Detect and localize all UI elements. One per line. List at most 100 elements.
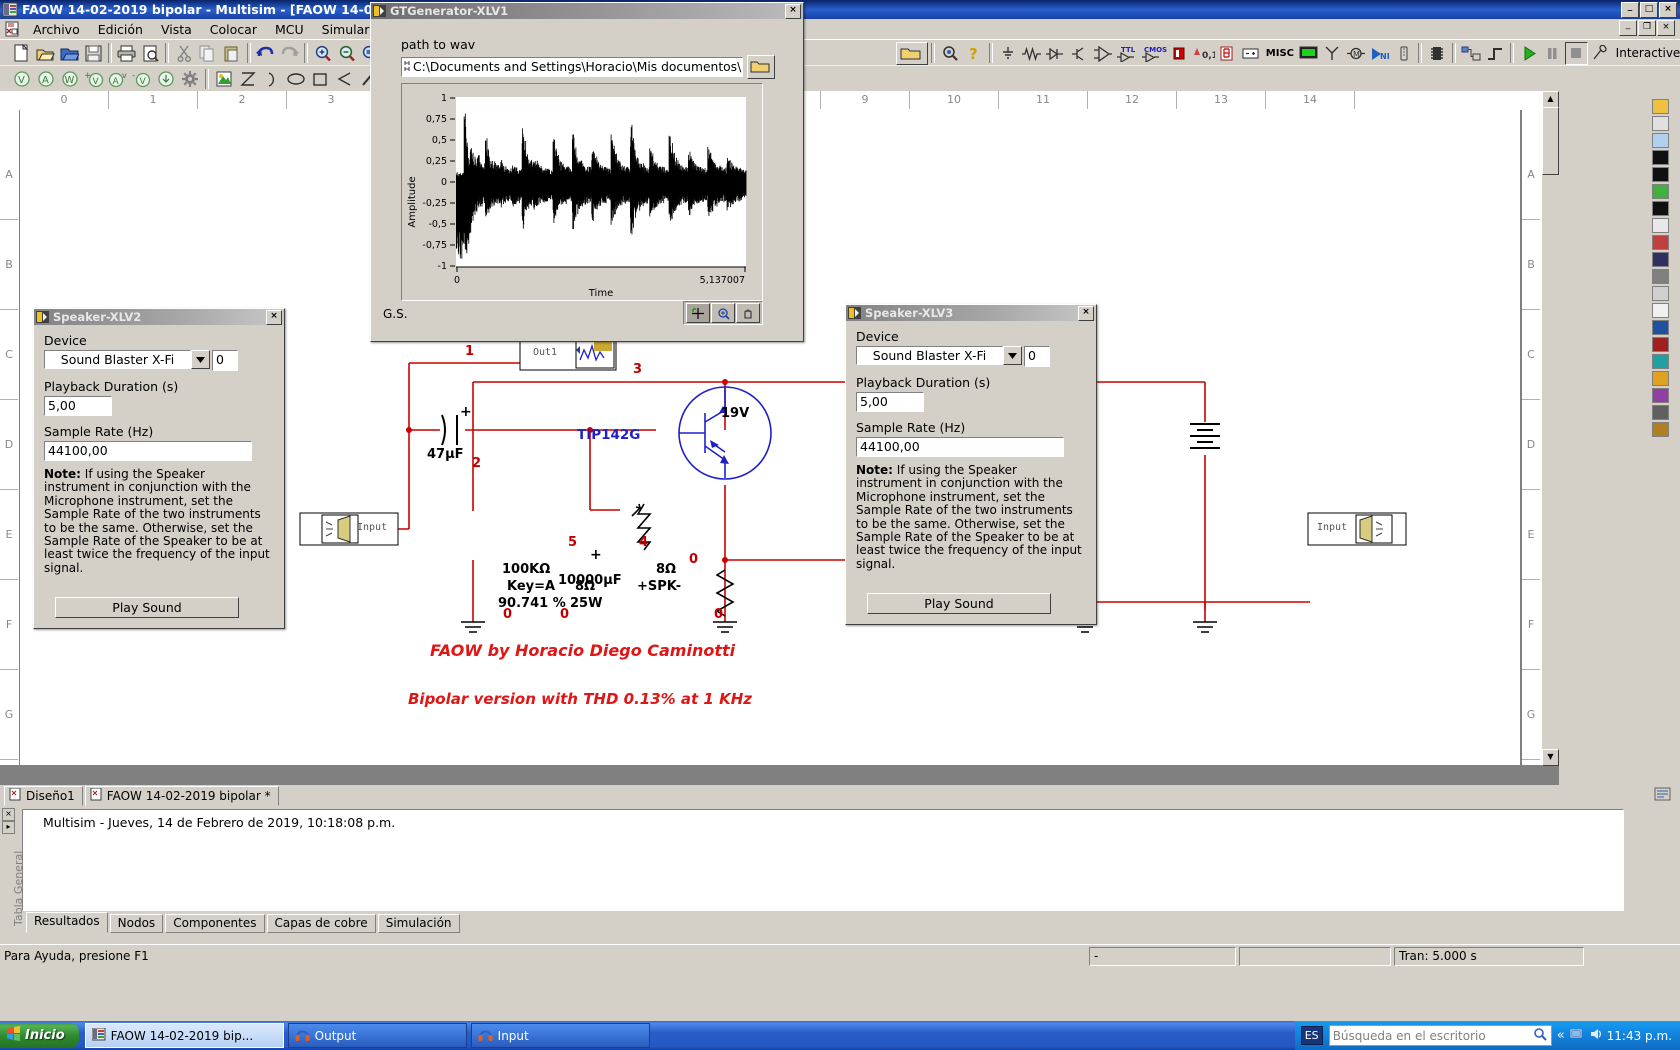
palette-item-icon[interactable] [1651, 184, 1669, 199]
scroll-down-arrow[interactable]: ▼ [1542, 749, 1559, 766]
palette-item-icon[interactable] [1651, 422, 1669, 437]
cursor-tool-icon[interactable] [686, 303, 710, 323]
power-component-icon[interactable] [1239, 42, 1263, 65]
results-tab-simulacion[interactable]: Simulación [377, 914, 460, 933]
differential-voltage-probe-icon[interactable]: + V [82, 68, 106, 91]
tray-clock[interactable]: 11:43 p.m. [1607, 1029, 1672, 1043]
menu-item-vista[interactable]: Vista [152, 20, 201, 39]
stop-simulation-button[interactable] [1564, 41, 1588, 65]
scroll-thumb[interactable] [1542, 107, 1559, 175]
ttl-component-icon[interactable]: TTL [1115, 42, 1141, 65]
analog-component-icon[interactable] [1091, 42, 1115, 65]
reference-voltage-probe-icon[interactable]: -V [130, 68, 154, 91]
indicator-component-icon[interactable] [1216, 42, 1240, 65]
tray-expand-chevron[interactable]: « [1557, 1028, 1565, 1043]
palette-item-icon[interactable] [1651, 320, 1669, 335]
cut-icon[interactable] [172, 42, 196, 65]
zoom-tool-icon[interactable] [711, 303, 735, 323]
results-tab-capas-de-cobre[interactable]: Capas de cobre [266, 914, 376, 933]
speaker-xlv3-close-button[interactable]: × [1078, 305, 1094, 321]
chevron-down-icon[interactable] [1003, 346, 1022, 365]
rectangle-icon[interactable] [308, 68, 332, 91]
palette-item-icon[interactable] [1651, 99, 1669, 114]
digital-probe-icon[interactable] [154, 68, 178, 91]
start-button[interactable]: Inicio [0, 1023, 79, 1048]
sample-rate-field[interactable]: 44100,00 [856, 437, 1064, 457]
mdi-close-button[interactable]: × [1657, 20, 1675, 36]
browse-folder-button[interactable] [747, 55, 775, 79]
undo-icon[interactable] [254, 42, 278, 65]
results-close-icon[interactable]: × [2, 808, 15, 821]
results-tab-resultados[interactable]: Resultados [26, 912, 108, 933]
palette-item-icon[interactable] [1651, 201, 1669, 216]
design-tab-faow[interactable]: FAOW 14-02-2019 bipolar * [84, 786, 279, 806]
speaker-xlv2-window[interactable]: Speaker-XLV2 × Device Sound Blaster X-Fi… [33, 308, 285, 629]
print-icon[interactable] [115, 42, 139, 65]
menu-item-simular[interactable]: Simular [313, 20, 379, 39]
language-indicator[interactable]: ES [1300, 1026, 1323, 1045]
device-select[interactable]: Sound Blaster X-Fi Xtreme [44, 350, 210, 369]
menu-item-edicion[interactable]: Edición [89, 20, 152, 39]
graphic-annotation-icon[interactable] [212, 68, 236, 91]
mcu-component-icon[interactable] [1425, 42, 1449, 65]
palette-item-icon[interactable] [1651, 388, 1669, 403]
speaker-xlv3-window[interactable]: Speaker-XLV3 × Device Sound Blaster X-Fi… [845, 304, 1097, 625]
open-file-icon[interactable] [34, 42, 58, 65]
redo-icon[interactable] [277, 42, 301, 65]
basic-component-icon[interactable] [1020, 42, 1044, 65]
rf-component-icon[interactable] [1320, 42, 1344, 65]
palette-item-icon[interactable] [1651, 286, 1669, 301]
print-preview-icon[interactable] [139, 42, 163, 65]
diode-component-icon[interactable] [1043, 42, 1067, 65]
taskbar-button-input[interactable]: Input [470, 1023, 650, 1048]
playback-duration-field[interactable]: 5,00 [856, 392, 924, 412]
design-tab-diseno1[interactable]: Diseño1 [4, 786, 83, 806]
connector-icon[interactable] [1392, 42, 1416, 65]
interactive-mode-icon[interactable] [1588, 42, 1612, 65]
scroll-up-arrow[interactable]: ▲ [1542, 91, 1559, 108]
graph-palette[interactable] [683, 301, 763, 325]
paste-icon[interactable] [220, 42, 244, 65]
playback-duration-field[interactable]: 5,00 [44, 396, 112, 416]
palette-item-icon[interactable] [1651, 269, 1669, 284]
tray-network-icon[interactable] [1570, 1027, 1585, 1044]
mdi-minimize-button[interactable]: _ [1619, 20, 1637, 36]
waveform-graph-frame[interactable]: Amplitude 1 0,75 0,5 0,25 0 -0,25 -0,5 -… [401, 83, 763, 301]
magnifier-icon[interactable] [1533, 1027, 1548, 1044]
window-close-button[interactable]: × [1659, 1, 1677, 18]
transistor-component-icon[interactable] [1067, 42, 1091, 65]
advanced-peripherals-icon[interactable] [1297, 42, 1321, 65]
pause-simulation-button[interactable] [1540, 42, 1564, 65]
voltage-probe-icon[interactable]: V [10, 68, 34, 91]
arc-icon[interactable] [260, 68, 284, 91]
parts-palette-strip[interactable] [1640, 91, 1680, 785]
power-probe-icon[interactable]: W [58, 68, 82, 91]
source-component-icon[interactable] [996, 42, 1020, 65]
zoom-out-icon[interactable] [335, 42, 359, 65]
mdi-restore-button[interactable]: ❐ [1638, 20, 1656, 36]
palette-item-icon[interactable] [1651, 354, 1669, 369]
bus-icon[interactable] [1483, 42, 1507, 65]
device-index-field[interactable]: 0 [212, 350, 238, 371]
taskbar-button-output[interactable]: Output [287, 1023, 467, 1048]
results-collapse-icon[interactable]: ▸ [2, 821, 15, 834]
current-probe-icon[interactable]: A [34, 68, 58, 91]
palette-item-icon[interactable] [1651, 303, 1669, 318]
ni-component-icon[interactable]: NI [1368, 42, 1392, 65]
sample-rate-field[interactable]: 44100,00 [44, 441, 252, 461]
chevron-down-icon[interactable] [191, 350, 210, 369]
menu-item-mcu[interactable]: MCU [266, 20, 313, 39]
window-minimize-button[interactable]: _ [1621, 1, 1639, 18]
polyline-icon[interactable] [332, 68, 356, 91]
mixed-component-icon[interactable]: 0,1 [1192, 42, 1216, 65]
tray-volume-icon[interactable] [1589, 1027, 1603, 1044]
gtgenerator-close-button[interactable]: × [785, 3, 801, 19]
desktop-search-input[interactable]: Búsqueda en el escritorio [1328, 1025, 1552, 1046]
zoom-in-icon[interactable] [311, 42, 335, 65]
palette-item-icon[interactable] [1651, 133, 1669, 148]
palette-item-icon[interactable] [1651, 337, 1669, 352]
palette-item-icon[interactable] [1651, 116, 1669, 131]
open-recent-icon[interactable] [57, 42, 81, 65]
new-file-icon[interactable] [10, 42, 34, 65]
palette-item-icon[interactable] [1651, 218, 1669, 233]
